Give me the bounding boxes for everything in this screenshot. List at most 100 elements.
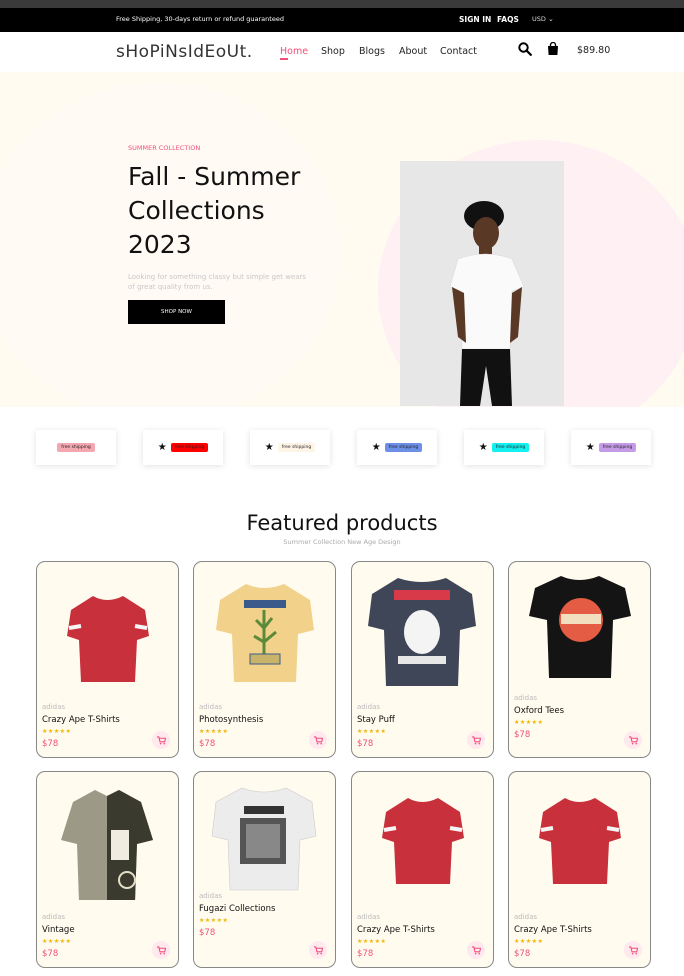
product-brand: adidas [514,913,538,921]
product-brand: adidas [42,913,66,921]
product-card[interactable]: adidas Vintage ★★★★★ $78 [36,771,179,968]
hero-title-line2: Collections [128,196,265,225]
badge-card: ★ free shipping [250,430,330,465]
oxford-comma-tshirt-image [529,576,631,678]
product-brand: adidas [42,703,66,711]
star-icon: ★ [157,442,167,453]
vintage-shirt-image [61,790,153,900]
product-name[interactable]: Photosynthesis [199,715,263,725]
product-name[interactable]: Fugazi Collections [199,904,275,914]
rating-stars: ★★★★★ [42,938,72,945]
badge-label: free shipping [384,443,423,452]
cart-icon [156,945,166,954]
rating-stars: ★★★★★ [514,938,544,945]
product-brand: adidas [199,703,223,711]
product-card[interactable]: adidas Crazy Ape T-Shirts ★★★★★ $78 [36,561,179,758]
rating-stars: ★★★★★ [357,938,387,945]
rating-stars: ★★★★★ [199,728,229,735]
nav-shop[interactable]: Shop [321,46,345,57]
add-to-cart-button[interactable] [152,731,170,749]
add-to-cart-button[interactable] [467,941,485,959]
red-tshirt-image [67,596,149,682]
add-to-cart-button[interactable] [309,941,327,959]
badge-label: free shipping [170,443,209,452]
photosynthesis-tshirt-image [216,584,314,682]
product-price: $78 [514,730,531,740]
product-card[interactable]: adidas Crazy Ape T-Shirts ★★★★★ $78 [351,771,494,968]
featured-title: Featured products [246,511,438,535]
badge-label: free shipping [57,443,95,452]
hero-title-line1: Fall - Summer [128,162,301,191]
cart-icon [628,735,638,744]
product-brand: adidas [514,694,538,702]
active-underline [280,58,288,60]
product-card[interactable]: adidas Crazy Ape T-Shirts ★★★★★ $78 [508,771,651,968]
hero-description: Looking for something classy but simple … [128,273,307,291]
star-icon: ★ [264,442,274,453]
product-price: $78 [42,949,59,959]
product-price: $78 [357,739,374,749]
badge-card: ★ free shipping [464,430,544,465]
shop-now-button[interactable]: SHOP NOW [128,300,225,324]
search-icon[interactable] [518,42,532,56]
badge-card: ★ free shipping [143,430,223,465]
product-card[interactable]: adidas Stay Puff ★★★★★ $78 [351,561,494,758]
faqs-link[interactable]: FAQS [497,15,519,24]
rating-stars: ★★★★★ [42,728,72,735]
product-name[interactable]: Crazy Ape T-Shirts [357,925,435,935]
cart-icon [313,945,323,954]
product-price: $78 [514,949,531,959]
product-card[interactable]: adidas Photosynthesis ★★★★★ $78 [193,561,336,758]
nav-contact[interactable]: Contact [440,46,477,57]
cart-icon [471,735,481,744]
chevron-down-icon[interactable]: ⌄ [548,15,554,23]
add-to-cart-button[interactable] [624,941,642,959]
add-to-cart-button[interactable] [152,941,170,959]
add-to-cart-button[interactable] [467,731,485,749]
featured-subtitle: Summer Collection New Age Design [283,538,401,546]
product-price: $78 [199,739,216,749]
product-card[interactable]: adidas Oxford Tees ★★★★★ $78 [508,561,651,758]
hero-kicker: SUMMER COLLECTION [128,144,201,152]
product-name[interactable]: Oxford Tees [514,706,564,716]
nav-about[interactable]: About [399,46,427,57]
add-to-cart-button[interactable] [624,731,642,749]
shopping-bag-icon[interactable] [547,42,559,56]
product-name[interactable]: Stay Puff [357,715,395,725]
hero-banner: SUMMER COLLECTION Fall - Summer Collecti… [0,72,684,407]
site-logo[interactable]: sHoPiNsIdEoUt. [116,42,253,62]
badge-card: free shipping [36,430,116,465]
cart-icon [471,945,481,954]
rating-stars: ★★★★★ [514,719,544,726]
product-price: $78 [199,928,216,938]
main-nav: sHoPiNsIdEoUt. Home Shop Blogs About Con… [0,32,684,73]
product-brand: adidas [199,892,223,900]
currency-select[interactable]: USD [532,15,546,23]
signin-link[interactable]: SIGN IN [459,15,491,24]
product-brand: adidas [357,703,381,711]
badge-card: ★ free shipping [571,430,651,465]
red-tshirt-image [382,798,464,884]
badge-label: free shipping [491,443,530,452]
product-price: $78 [357,949,374,959]
product-name[interactable]: Crazy Ape T-Shirts [42,715,120,725]
announcement-bar: Free Shipping, 30-days return or refund … [0,8,684,32]
hero-model-photo [400,161,564,406]
cart-icon [156,735,166,744]
badge-label: free shipping [598,443,637,452]
product-name[interactable]: Crazy Ape T-Shirts [514,925,592,935]
star-icon: ★ [585,442,595,453]
cart-icon [628,945,638,954]
add-to-cart-button[interactable] [309,731,327,749]
star-icon: ★ [478,442,488,453]
product-brand: adidas [357,913,381,921]
cart-total[interactable]: $89.80 [577,45,610,56]
product-name[interactable]: Vintage [42,925,75,935]
top-strip [0,0,684,8]
nav-blogs[interactable]: Blogs [359,46,385,57]
cart-icon [313,735,323,744]
shipping-notice: Free Shipping, 30-days return or refund … [116,15,284,23]
product-card[interactable]: adidas Fugazi Collections ★★★★★ $78 [193,771,336,968]
features-strip: free shipping ★ free shipping ★ free shi… [0,430,684,466]
nav-home[interactable]: Home [280,46,308,57]
